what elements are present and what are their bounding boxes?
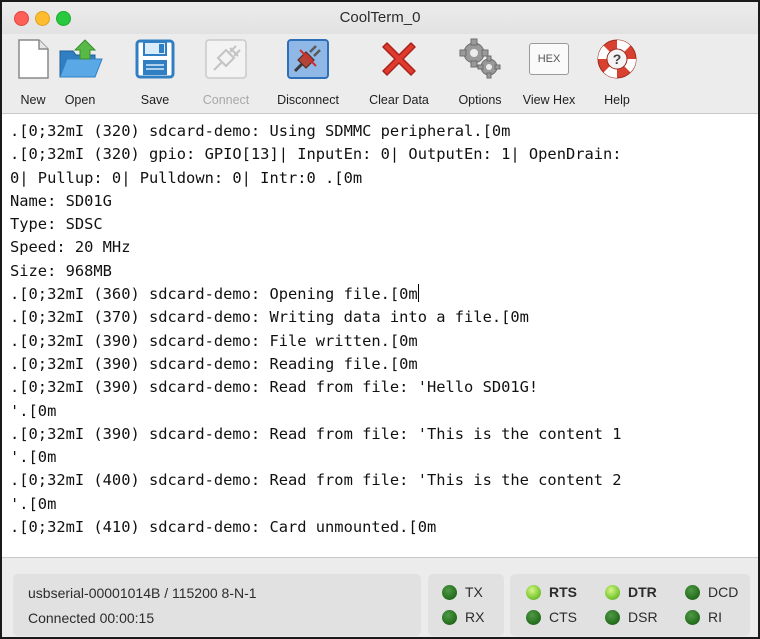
ri-led-icon bbox=[685, 609, 700, 625]
dtr-label: DTR bbox=[628, 584, 657, 600]
tx-indicator: TX bbox=[442, 584, 483, 600]
disconnect-button[interactable]: Disconnect bbox=[264, 36, 352, 112]
rx-indicator: RX bbox=[442, 609, 484, 625]
dcd-indicator: DCD bbox=[685, 584, 738, 600]
cts-led-icon bbox=[526, 609, 541, 625]
tx-label: TX bbox=[465, 584, 483, 600]
terminal-line: .[0;32mI (320) sdcard-demo: Using SDMMC … bbox=[10, 122, 511, 140]
terminal-line: .[0;32mI (390) sdcard-demo: File written… bbox=[10, 331, 418, 350]
coolterm-window: CoolTerm_0 New Open Save Connect Disconn… bbox=[0, 0, 760, 639]
dtr-led-icon bbox=[605, 584, 620, 600]
view-hex-label: View Hex bbox=[522, 93, 576, 107]
dsr-indicator: DSR bbox=[605, 609, 658, 625]
terminal-line: Speed: 20 MHz bbox=[10, 238, 131, 257]
terminal-line: Name: SD01G bbox=[10, 191, 112, 210]
dcd-label: DCD bbox=[708, 584, 739, 600]
window-title: CoolTerm_0 bbox=[339, 9, 421, 26]
hex-icon: HEX bbox=[525, 36, 573, 82]
terminal-line: .[0;32mI (320) gpio: GPIO[13]| InputEn: … bbox=[10, 145, 622, 164]
open-label: Open bbox=[64, 93, 96, 107]
disconnect-label: Disconnect bbox=[277, 93, 339, 107]
toolbar: New Open Save Connect Disconnect Clear D… bbox=[2, 34, 758, 114]
terminal-line: 0| Pullup: 0| Pulldown: 0| Intr:0 .[0m bbox=[10, 168, 363, 187]
terminal-line-with-cursor: .[0;32mI (360) sdcard-demo: Opening file… bbox=[10, 283, 758, 306]
connection-info-panel: usbserial-00001014B / 115200 8-N-1 Conne… bbox=[13, 574, 421, 636]
title-bar: CoolTerm_0 bbox=[2, 2, 758, 34]
terminal-line: .[0;32mI (370) sdcard-demo: Writing data… bbox=[10, 308, 529, 327]
terminal-line: '.[0m bbox=[10, 494, 57, 513]
rts-label: RTS bbox=[549, 584, 577, 600]
dsr-label: DSR bbox=[628, 609, 658, 625]
connect-label: Connect bbox=[202, 93, 250, 107]
red-x-icon bbox=[375, 36, 423, 82]
open-folder-icon bbox=[56, 36, 104, 82]
options-button[interactable]: Options bbox=[444, 36, 516, 112]
lifebuoy-help-icon: ? bbox=[593, 36, 641, 82]
dcd-led-icon bbox=[685, 584, 700, 600]
save-button[interactable]: Save bbox=[132, 36, 178, 112]
view-hex-button[interactable]: HEX View Hex bbox=[514, 36, 584, 112]
connect-button[interactable]: Connect bbox=[187, 36, 265, 112]
rx-led-icon bbox=[442, 609, 457, 625]
rx-label: RX bbox=[465, 609, 485, 625]
help-button[interactable]: ? Help bbox=[594, 36, 640, 112]
terminal-output[interactable]: .[0;32mI (320) sdcard-demo: Using SDMMC … bbox=[2, 114, 758, 558]
tx-led-icon bbox=[442, 584, 457, 600]
cts-indicator: CTS bbox=[526, 609, 577, 625]
dtr-toggle[interactable]: DTR bbox=[605, 584, 657, 600]
plug-disconnect-icon bbox=[284, 36, 332, 82]
plug-connect-icon bbox=[202, 36, 250, 82]
ri-label: RI bbox=[708, 609, 722, 625]
gears-icon bbox=[456, 36, 504, 82]
terminal-line: '.[0m bbox=[10, 448, 57, 467]
line-status-panel: RTS CTS DTR DSR DCD RI bbox=[510, 574, 750, 636]
terminal-line: .[0;32mI (400) sdcard-demo: Read from fi… bbox=[10, 471, 622, 490]
clear-data-label: Clear Data bbox=[369, 93, 429, 107]
new-label: New bbox=[20, 93, 46, 107]
svg-text:?: ? bbox=[613, 51, 622, 67]
text-cursor bbox=[417, 284, 419, 303]
terminal-line: Type: SDSC bbox=[10, 215, 103, 234]
new-document-icon bbox=[9, 36, 57, 82]
options-label: Options bbox=[458, 93, 502, 107]
terminal-line: .[0;32mI (390) sdcard-demo: Reading file… bbox=[10, 354, 418, 373]
terminal-line: .[0;32mI (390) sdcard-demo: Read from fi… bbox=[10, 378, 539, 397]
dsr-led-icon bbox=[605, 609, 620, 625]
help-label: Help bbox=[604, 93, 630, 107]
terminal-line: .[0;32mI (410) sdcard-demo: Card unmount… bbox=[10, 518, 437, 537]
new-button[interactable]: New bbox=[15, 36, 51, 112]
save-label: Save bbox=[140, 93, 170, 107]
port-settings-text: usbserial-00001014B / 115200 8-N-1 bbox=[28, 585, 257, 601]
floppy-disk-icon bbox=[131, 36, 179, 82]
ri-indicator: RI bbox=[685, 609, 722, 625]
terminal-line-text: .[0;32mI (360) sdcard-demo: Opening file… bbox=[10, 285, 418, 304]
rts-led-icon bbox=[526, 584, 541, 600]
cts-label: CTS bbox=[549, 609, 577, 625]
clear-data-button[interactable]: Clear Data bbox=[357, 36, 441, 112]
status-bar: usbserial-00001014B / 115200 8-N-1 Conne… bbox=[2, 559, 758, 637]
terminal-line: .[0;32mI (390) sdcard-demo: Read from fi… bbox=[10, 424, 622, 443]
hex-icon-text: HEX bbox=[529, 43, 569, 75]
connection-time-text: Connected 00:00:15 bbox=[28, 610, 155, 626]
terminal-line: '.[0m bbox=[10, 401, 57, 420]
terminal-line: Size: 968MB bbox=[10, 261, 112, 280]
open-button[interactable]: Open bbox=[56, 36, 104, 112]
txrx-panel: TX RX bbox=[428, 574, 504, 636]
rts-toggle[interactable]: RTS bbox=[526, 584, 577, 600]
